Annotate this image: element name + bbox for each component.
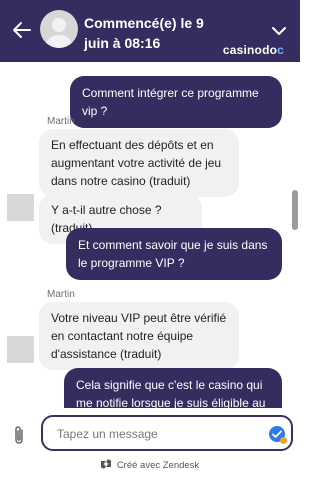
zendesk-credit[interactable]: Créé avec Zendesk [0, 458, 300, 478]
scrollbar-thumb[interactable] [292, 190, 298, 230]
minimize-button[interactable] [268, 20, 290, 42]
message-incoming: Votre niveau VIP peut être vérifié en co… [39, 302, 239, 370]
back-button[interactable] [10, 18, 34, 42]
message-outgoing: Comment intégrer ce programme vip ? [70, 76, 282, 128]
send-icon[interactable] [269, 426, 287, 444]
message-input-wrapper [41, 415, 293, 451]
brand-prefix: casino [222, 43, 263, 57]
chat-header: Commencé(e) le 9 juin à 08:16 casinodoc [0, 0, 300, 62]
brand-logo: casinodoc [223, 43, 284, 57]
brand-mid: do [262, 43, 278, 57]
message-text: Votre niveau VIP peut être vérifié en co… [51, 311, 227, 361]
paperclip-icon [15, 426, 23, 444]
attach-button[interactable] [10, 424, 28, 446]
chat-title: Commencé(e) le 9 juin à 08:16 [84, 15, 204, 51]
back-arrow-icon [13, 22, 31, 38]
message-list[interactable]: Comment intégrer ce programme vip ? Mart… [0, 62, 300, 408]
zendesk-logo-icon [100, 459, 111, 469]
sender-name: Martin [47, 289, 75, 300]
message-outgoing: Cela signifie que c'est le casino qui me… [64, 368, 282, 408]
brand-dot: c [277, 43, 284, 57]
message-input[interactable] [57, 425, 257, 443]
message-outgoing: Et comment savoir que je suis dans le pr… [66, 228, 282, 280]
message-text: En effectuant des dépôts et en augmentan… [51, 138, 222, 188]
agent-avatar-small [7, 194, 34, 221]
chevron-down-icon [272, 27, 286, 35]
agent-avatar [40, 10, 78, 48]
message-text: Cela signifie que c'est le casino qui me… [76, 378, 266, 408]
message-text: Comment intégrer ce programme vip ? [82, 86, 259, 118]
sender-name: Martin [47, 116, 75, 127]
composer [0, 408, 300, 458]
message-text: Et comment savoir que je suis dans le pr… [78, 238, 268, 270]
message-incoming: En effectuant des dépôts et en augmentan… [39, 129, 239, 197]
agent-avatar-small [7, 336, 34, 363]
credit-text: Créé avec Zendesk [116, 460, 200, 471]
status-dot [280, 437, 287, 444]
